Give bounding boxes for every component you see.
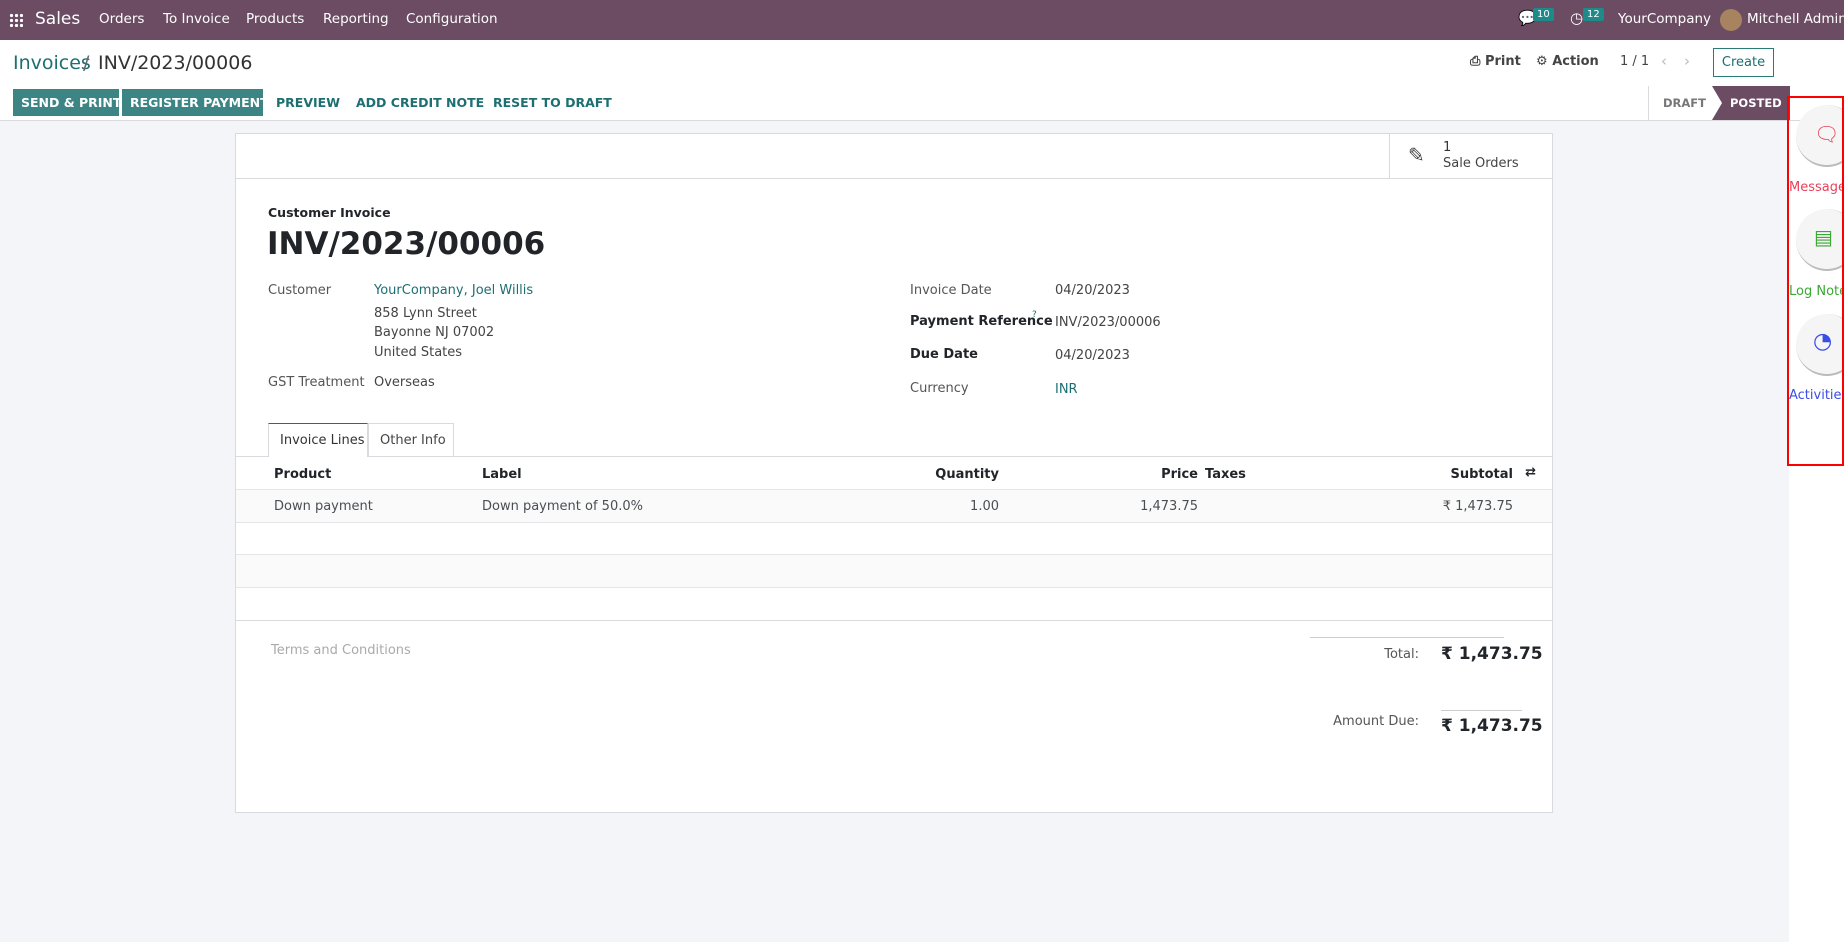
- empty-row: [236, 588, 1552, 621]
- invoice-type: Customer Invoice: [268, 205, 391, 220]
- invoice-date-value: 04/20/2023: [1055, 283, 1130, 298]
- address-line: 858 Lynn Street: [374, 306, 477, 321]
- currency-value[interactable]: INR: [1055, 382, 1078, 397]
- gst-treatment-value: Overseas: [374, 375, 435, 390]
- messages-badge: 10: [1533, 8, 1554, 21]
- avatar[interactable]: [1720, 9, 1742, 31]
- terms-conditions-input[interactable]: Terms and Conditions: [271, 643, 411, 658]
- invoice-date-label: Invoice Date: [910, 283, 992, 298]
- total-value: ₹ 1,473.75: [1441, 644, 1543, 664]
- send-print-button[interactable]: SEND & PRINT: [13, 89, 121, 116]
- preview-button[interactable]: PREVIEW: [276, 95, 340, 110]
- total-label: Total:: [1384, 647, 1419, 662]
- sale-orders-smart-button[interactable]: ✎ 1 Sale Orders: [1389, 134, 1552, 178]
- side-panel-highlight: [1787, 96, 1844, 466]
- due-date-value: 04/20/2023: [1055, 348, 1130, 363]
- edit-icon: ✎: [1408, 143, 1425, 167]
- menu-products[interactable]: Products: [246, 11, 304, 27]
- pager-previous-icon[interactable]: ‹: [1661, 52, 1667, 70]
- header-price[interactable]: Price: [1161, 467, 1198, 482]
- tab-label: Invoice Lines: [280, 433, 365, 448]
- cell-subtotal: ₹ 1,473.75: [1442, 499, 1513, 514]
- top-navbar: Sales Orders To Invoice Products Reporti…: [0, 0, 1844, 40]
- invoice-number: INV/2023/00006: [267, 226, 546, 262]
- optional-columns-icon[interactable]: ⇄: [1525, 465, 1536, 480]
- breadcrumb-separator: /: [83, 52, 90, 74]
- status-draft[interactable]: DRAFT: [1663, 96, 1706, 110]
- empty-row: [236, 555, 1552, 588]
- amount-due-value: ₹ 1,473.75: [1441, 716, 1543, 736]
- header-taxes[interactable]: Taxes: [1205, 467, 1246, 482]
- action-button[interactable]: ⚙ Action: [1536, 54, 1599, 69]
- header-product[interactable]: Product: [274, 467, 331, 482]
- cell-product: Down payment: [274, 499, 373, 514]
- menu-reporting[interactable]: Reporting: [323, 11, 389, 27]
- customer-link[interactable]: YourCompany, Joel Willis: [374, 283, 533, 298]
- empty-row: [236, 523, 1552, 555]
- totals-divider: [1310, 637, 1504, 638]
- print-button[interactable]: ⎙ Print: [1470, 54, 1521, 69]
- sale-orders-label: Sale Orders: [1443, 156, 1519, 171]
- table-row[interactable]: Down payment Down payment of 50.0% 1.00 …: [236, 490, 1552, 523]
- amount-due-label: Amount Due:: [1333, 714, 1419, 729]
- button-box: ✎ 1 Sale Orders: [236, 134, 1552, 179]
- menu-configuration[interactable]: Configuration: [406, 11, 498, 27]
- print-label: Print: [1484, 54, 1521, 69]
- register-payment-button[interactable]: REGISTER PAYMENT: [122, 89, 269, 116]
- invoice-form-sheet: ✎ 1 Sale Orders Customer Invoice INV/202…: [235, 133, 1553, 813]
- help-tooltip-icon[interactable]: ?: [1032, 310, 1037, 320]
- menu-to-invoice[interactable]: To Invoice: [163, 11, 230, 27]
- user-menu[interactable]: Mitchell Admin: [1747, 11, 1844, 27]
- app-name[interactable]: Sales: [35, 9, 80, 29]
- payment-reference-value: INV/2023/00006: [1055, 315, 1161, 330]
- customer-label: Customer: [268, 283, 332, 298]
- header-quantity[interactable]: Quantity: [935, 467, 999, 482]
- reset-to-draft-button[interactable]: RESET TO DRAFT: [493, 95, 612, 110]
- cell-price: 1,473.75: [1140, 499, 1198, 514]
- menu-orders[interactable]: Orders: [99, 11, 144, 27]
- control-panel: Invoices / INV/2023/00006 ⎙ Print ⚙ Acti…: [0, 40, 1844, 121]
- currency-label: Currency: [910, 381, 969, 396]
- address-line: Bayonne NJ 07002: [374, 325, 495, 340]
- add-credit-note-button[interactable]: ADD CREDIT NOTE: [356, 95, 484, 110]
- breadcrumb-invoices[interactable]: Invoices: [13, 52, 91, 74]
- cell-quantity: 1.00: [970, 499, 999, 514]
- apps-menu-icon[interactable]: [9, 13, 23, 27]
- status-bar: DRAFT POSTED: [1648, 86, 1790, 120]
- gst-treatment-label: GST Treatment: [268, 375, 365, 390]
- clock-icon[interactable]: ◷: [1570, 9, 1583, 27]
- header-label[interactable]: Label: [482, 467, 522, 482]
- create-button[interactable]: Create: [1713, 48, 1774, 77]
- table-header: Product Label Quantity Price Taxes Subto…: [236, 456, 1552, 490]
- activities-badge: 12: [1583, 8, 1604, 21]
- tab-other-info[interactable]: Other Info: [368, 423, 454, 456]
- status-posted[interactable]: POSTED: [1712, 86, 1790, 120]
- action-label: Action: [1552, 54, 1599, 69]
- pager-value[interactable]: 1 / 1: [1620, 54, 1649, 69]
- due-date-label: Due Date: [910, 347, 978, 362]
- header-subtotal[interactable]: Subtotal: [1450, 467, 1513, 482]
- amount-due-divider: [1441, 710, 1522, 711]
- cell-label: Down payment of 50.0%: [482, 499, 643, 514]
- address-line: United States: [374, 345, 463, 360]
- breadcrumb-current: INV/2023/00006: [98, 52, 253, 74]
- pager-next-icon[interactable]: ›: [1684, 52, 1690, 70]
- company-switcher[interactable]: YourCompany: [1618, 11, 1711, 27]
- tab-label: Other Info: [380, 433, 446, 448]
- sale-orders-count: 1: [1443, 140, 1452, 155]
- tab-invoice-lines[interactable]: Invoice Lines: [268, 423, 368, 457]
